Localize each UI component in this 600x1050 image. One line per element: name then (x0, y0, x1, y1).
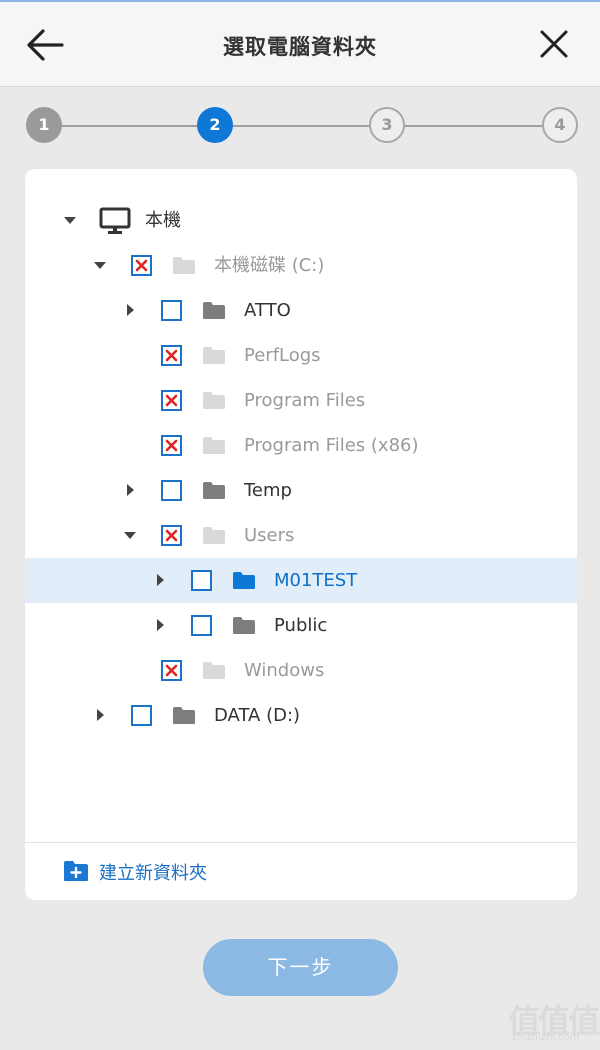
folder-checkbox[interactable] (161, 300, 182, 321)
folder-checkbox[interactable] (131, 705, 152, 726)
exclude-checkbox[interactable] (161, 525, 182, 546)
step-2: 2 (197, 107, 233, 143)
folder-icon (203, 662, 225, 679)
tree-label: ATTO (244, 300, 291, 321)
tree-row-drive-d[interactable]: DATA (D:) (25, 693, 577, 738)
dialog-header: 選取電腦資料夾 (0, 0, 600, 87)
tree-label: Program Files (x86) (244, 435, 419, 456)
dialog-title: 選取電腦資料夾 (223, 35, 377, 59)
exclude-checkbox[interactable] (161, 435, 182, 456)
caret-down-icon[interactable] (93, 258, 107, 272)
tree-label: Public (274, 615, 328, 636)
tree-row-program-files-x86[interactable]: Program Files (x86) (25, 423, 577, 468)
watermark-logo: 值值值 zhizhizhi.com (508, 996, 600, 1046)
folder-icon (203, 437, 225, 454)
folder-icon (203, 392, 225, 409)
tree-label: PerfLogs (244, 345, 321, 366)
watermark-text: zhizhizhi.com (512, 1032, 580, 1043)
tree-row-windows[interactable]: Windows (25, 648, 577, 693)
tree-row-program-files[interactable]: Program Files (25, 378, 577, 423)
exclude-checkbox[interactable] (161, 390, 182, 411)
tree-row-m01test[interactable]: M01TEST (25, 558, 577, 603)
tree-row-users[interactable]: Users (25, 513, 577, 558)
tree-label: Temp (244, 480, 292, 501)
tree-label: DATA (D:) (214, 705, 301, 726)
tree-row-root[interactable]: 本機 (25, 198, 577, 243)
exclude-checkbox[interactable] (161, 345, 182, 366)
step-1: 1 (26, 107, 62, 143)
caret-right-icon[interactable] (153, 573, 167, 587)
x-mark-icon (165, 439, 178, 452)
exclude-checkbox[interactable] (131, 255, 152, 276)
step-4: 4 (542, 107, 578, 143)
x-mark-icon (165, 349, 178, 362)
folder-checkbox[interactable] (191, 570, 212, 591)
folder-icon (233, 572, 255, 589)
x-mark-icon (165, 664, 178, 677)
tree-label: Windows (244, 660, 325, 681)
folder-tree-panel: 本機 本機磁碟 (C:) ATTO PerfLogs Program Files (25, 169, 577, 900)
tree-label: M01TEST (274, 570, 358, 591)
exclude-checkbox[interactable] (161, 660, 182, 681)
x-mark-icon (165, 394, 178, 407)
x-mark-icon (165, 529, 178, 542)
tree-row-perflogs[interactable]: PerfLogs (25, 333, 577, 378)
close-button[interactable] (534, 24, 574, 64)
next-button[interactable]: 下一步 (203, 939, 398, 996)
caret-right-icon[interactable] (123, 483, 137, 497)
folder-icon (173, 257, 195, 274)
step-connector (233, 125, 369, 127)
caret-right-icon[interactable] (153, 618, 167, 632)
tree-row-atto[interactable]: ATTO (25, 288, 577, 333)
folder-icon (203, 302, 225, 319)
close-icon (540, 30, 568, 58)
x-mark-icon (135, 259, 148, 272)
tree-row-public[interactable]: Public (25, 603, 577, 648)
folder-checkbox[interactable] (161, 480, 182, 501)
caret-down-icon[interactable] (123, 528, 137, 542)
caret-right-icon[interactable] (93, 708, 107, 722)
tree-row-temp[interactable]: Temp (25, 468, 577, 513)
tree-row-drive-c[interactable]: 本機磁碟 (C:) (25, 243, 577, 288)
caret-down-icon[interactable] (63, 213, 77, 227)
folder-checkbox[interactable] (191, 615, 212, 636)
folder-icon (233, 617, 255, 634)
folder-icon (203, 527, 225, 544)
new-folder-label: 建立新資料夾 (99, 863, 207, 884)
folder-plus-icon (64, 861, 88, 881)
folder-icon (203, 482, 225, 499)
tree-label: Program Files (244, 390, 366, 411)
step-connector (405, 125, 542, 127)
caret-right-icon[interactable] (123, 303, 137, 317)
step-indicator: 1 2 3 4 (0, 104, 600, 148)
tree-label: Users (244, 525, 295, 546)
tree-label: 本機 (145, 210, 181, 231)
panel-divider (25, 842, 577, 843)
folder-icon (203, 347, 225, 364)
folder-icon (173, 707, 195, 724)
tree-label: 本機磁碟 (C:) (214, 255, 325, 276)
computer-icon (99, 207, 131, 234)
step-3: 3 (369, 107, 405, 143)
step-connector (62, 125, 197, 127)
